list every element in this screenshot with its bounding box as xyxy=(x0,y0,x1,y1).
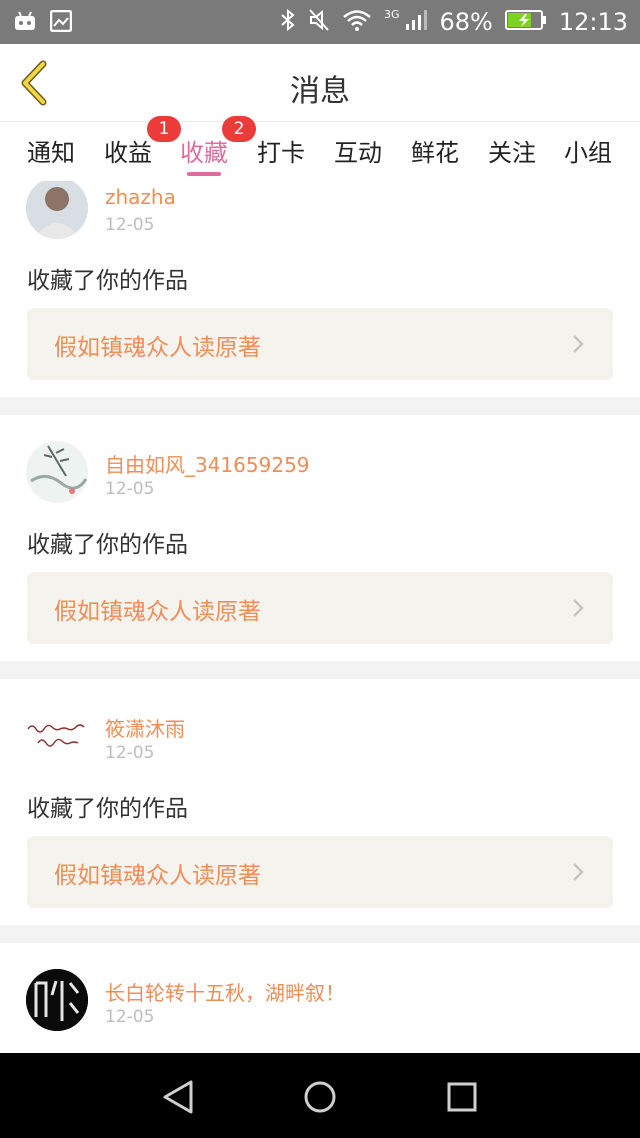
network-type: 3G xyxy=(383,7,400,21)
work-link[interactable]: 假如镇魂众人读原著 xyxy=(27,308,613,380)
message-date: 12-05 xyxy=(105,1007,155,1027)
battery-charging-icon xyxy=(504,8,547,36)
tab-earnings[interactable]: 收益 xyxy=(98,133,158,168)
work-title: 假如镇魂众人读原著 xyxy=(54,599,261,625)
work-link[interactable]: 假如镇魂众人读原著 xyxy=(27,836,613,908)
nav-recents-button[interactable] xyxy=(442,1077,482,1117)
action-text: 收藏了你的作品 xyxy=(27,796,188,822)
mute-icon xyxy=(308,8,330,36)
message-card: zhazha 12-05 收藏了你的作品 假如镇魂众人读原著 xyxy=(0,181,640,397)
chevron-right-icon xyxy=(573,335,584,353)
username[interactable]: 筱潇沐雨 xyxy=(105,713,185,742)
tab-interaction[interactable]: 互动 xyxy=(328,133,388,168)
bluetooth-icon xyxy=(280,8,296,36)
chevron-right-icon xyxy=(573,599,584,617)
square-recents-icon xyxy=(447,1082,477,1112)
avatar[interactable] xyxy=(26,705,88,767)
tab-notifications[interactable]: 通知 xyxy=(21,133,81,168)
username[interactable]: 自由如风_341659259 xyxy=(105,449,310,478)
status-bar: 3G 68% 12:13 xyxy=(0,0,640,44)
message-card: 筱潇沐雨 12-05 收藏了你的作品 假如镇魂众人读原著 xyxy=(0,679,640,925)
username[interactable]: zhazha xyxy=(105,185,176,209)
chevron-right-icon xyxy=(573,863,584,881)
battery-percent: 68% xyxy=(439,8,493,36)
avatar[interactable] xyxy=(26,969,88,1031)
tab-following[interactable]: 关注 xyxy=(482,133,542,168)
tab-bar: 通知 收益 1 收藏 2 打卡 互动 鲜花 关注 小组 xyxy=(0,116,640,181)
work-link[interactable]: 假如镇魂众人读原著 xyxy=(27,572,613,644)
wifi-icon xyxy=(342,8,372,36)
work-title: 假如镇魂众人读原著 xyxy=(54,335,261,361)
message-list[interactable]: zhazha 12-05 收藏了你的作品 假如镇魂众人读原著 自由如风_3416… xyxy=(0,181,640,1053)
message-date: 12-05 xyxy=(105,479,155,499)
nav-home-button[interactable] xyxy=(300,1077,340,1117)
avatar[interactable] xyxy=(26,181,88,239)
signal-icon xyxy=(405,9,428,35)
tab-groups[interactable]: 小组 xyxy=(558,133,618,168)
message-card: 长白轮转十五秋，湖畔叙！ 12-05 xyxy=(0,943,640,1053)
circle-home-icon xyxy=(304,1081,336,1113)
active-tab-indicator xyxy=(187,172,221,176)
nav-back-button[interactable] xyxy=(158,1077,198,1117)
clock: 12:13 xyxy=(558,8,628,36)
message-date: 12-05 xyxy=(105,215,155,235)
tab-checkin[interactable]: 打卡 xyxy=(251,133,311,168)
triangle-back-icon xyxy=(163,1080,193,1114)
username[interactable]: 长白轮转十五秋，湖畔叙！ xyxy=(105,977,345,1006)
action-text: 收藏了你的作品 xyxy=(27,532,188,558)
action-text: 收藏了你的作品 xyxy=(27,268,188,294)
system-nav-bar xyxy=(0,1053,640,1138)
avatar[interactable] xyxy=(26,441,88,503)
message-date: 12-05 xyxy=(105,743,155,763)
work-title: 假如镇魂众人读原著 xyxy=(54,863,261,889)
android-app-icon xyxy=(12,8,38,34)
app-header: 消息 xyxy=(0,44,640,122)
gallery-icon xyxy=(48,8,74,34)
page-title: 消息 xyxy=(290,74,350,109)
tab-flowers[interactable]: 鲜花 xyxy=(405,133,465,168)
message-card: 自由如风_341659259 12-05 收藏了你的作品 假如镇魂众人读原著 xyxy=(0,415,640,661)
